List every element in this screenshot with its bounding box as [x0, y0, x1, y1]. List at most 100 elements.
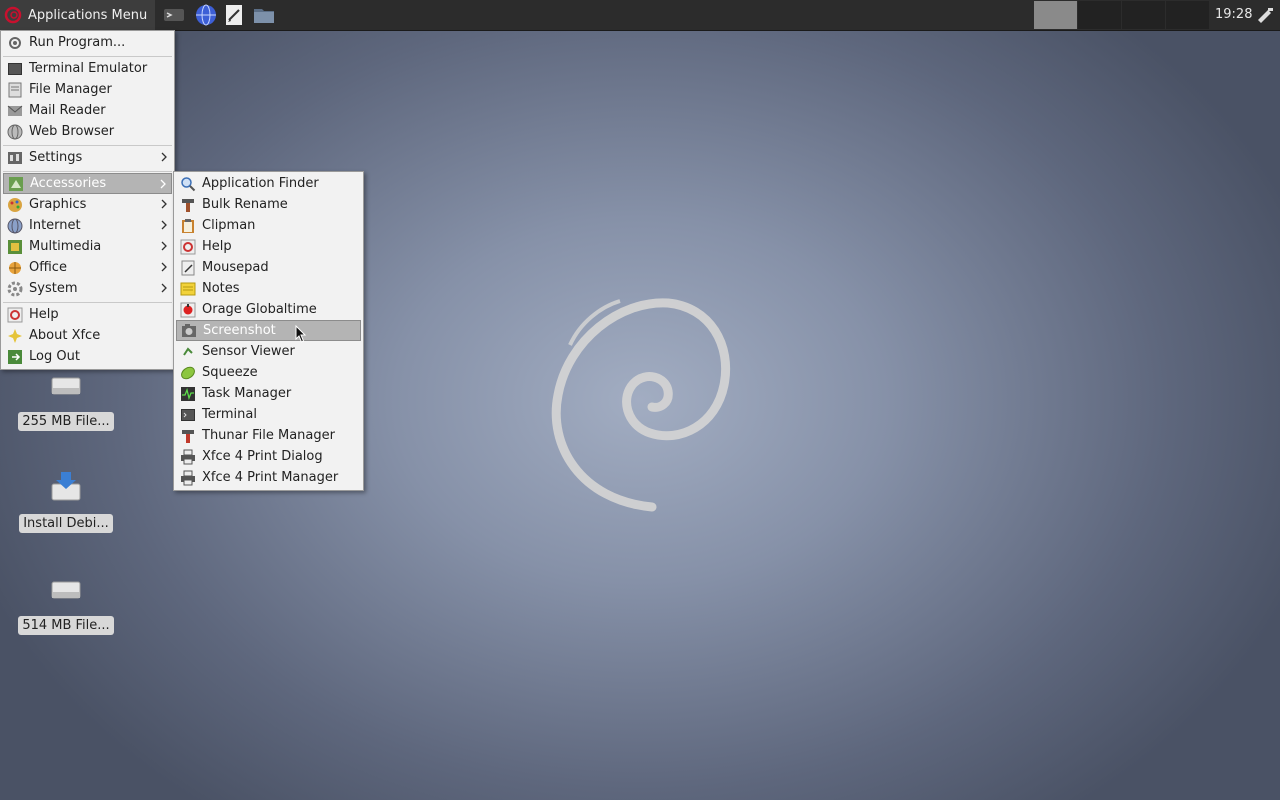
system-icon	[7, 281, 23, 296]
menu-item-system[interactable]: System	[3, 278, 172, 299]
submenu-item-label: Task Manager	[202, 386, 292, 401]
menu-separator	[3, 56, 172, 57]
menu-item-web-browser[interactable]: Web Browser	[3, 121, 172, 142]
drive-icon	[51, 377, 81, 395]
archive-icon	[181, 366, 195, 379]
desktop-icon-255mb[interactable]: 255 MB File...	[18, 368, 114, 431]
submenu-item-xfce-print-manager[interactable]: Xfce 4 Print Manager	[176, 467, 361, 488]
run-icon	[9, 36, 21, 49]
workspace-2[interactable]	[1078, 1, 1122, 29]
desktop-icon-install-debian[interactable]: Install Debi...	[18, 470, 114, 533]
submenu-item-notes[interactable]: Notes	[176, 278, 361, 299]
chevron-right-icon	[161, 199, 167, 209]
menu-item-office[interactable]: Office	[3, 257, 172, 278]
applications-menu: Run Program... Terminal Emulator File Ma…	[0, 30, 175, 370]
file-manager-icon	[8, 82, 22, 97]
submenu-item-mousepad[interactable]: Mousepad	[176, 257, 361, 278]
web-browser-launcher-icon[interactable]	[194, 3, 218, 27]
submenu-item-squeeze[interactable]: Squeeze	[176, 362, 361, 383]
search-icon	[181, 176, 196, 191]
menu-item-label: Office	[29, 260, 67, 275]
submenu-item-xfce-print-dialog[interactable]: Xfce 4 Print Dialog	[176, 446, 361, 467]
submenu-item-label: Application Finder	[202, 176, 319, 191]
drive-icon	[51, 581, 81, 599]
text-editor-launcher-icon[interactable]	[222, 3, 246, 27]
submenu-item-label: Xfce 4 Print Manager	[202, 470, 339, 485]
terminal-icon	[8, 62, 22, 75]
menu-item-label: Log Out	[29, 349, 80, 364]
menu-item-multimedia[interactable]: Multimedia	[3, 236, 172, 257]
menu-item-label: Mail Reader	[29, 103, 106, 118]
desktop-icon-label: 255 MB File...	[18, 412, 114, 431]
applications-menu-button[interactable]: Applications Menu	[0, 0, 155, 30]
terminal-launcher-icon[interactable]	[162, 3, 186, 27]
submenu-item-sensor-viewer[interactable]: Sensor Viewer	[176, 341, 361, 362]
file-manager-icon	[182, 429, 194, 443]
submenu-item-label: Thunar File Manager	[202, 428, 335, 443]
submenu-item-help[interactable]: Help	[176, 236, 361, 257]
sensor-icon	[183, 346, 193, 356]
chevron-right-icon	[161, 220, 167, 230]
clock-icon	[180, 302, 196, 317]
submenu-item-thunar-file-manager[interactable]: Thunar File Manager	[176, 425, 361, 446]
menu-item-label: Multimedia	[29, 239, 102, 254]
menu-item-graphics[interactable]: Graphics	[3, 194, 172, 215]
help-icon	[7, 307, 23, 322]
submenu-item-label: Terminal	[202, 407, 257, 422]
mouse-pointer-icon	[295, 325, 307, 343]
submenu-item-label: Help	[202, 239, 232, 254]
submenu-item-bulk-rename[interactable]: Bulk Rename	[176, 194, 361, 215]
menu-separator	[3, 302, 172, 303]
bulk-rename-icon	[182, 198, 194, 212]
graphics-icon	[8, 197, 22, 212]
internet-icon	[7, 218, 23, 233]
debian-logo-icon	[4, 6, 22, 24]
chevron-right-icon	[160, 179, 166, 189]
multimedia-icon	[8, 239, 22, 254]
workspace-3[interactable]	[1122, 1, 1166, 29]
submenu-item-clipman[interactable]: Clipman	[176, 215, 361, 236]
clock[interactable]: 19:28	[1215, 0, 1252, 30]
submenu-item-label: Xfce 4 Print Dialog	[202, 449, 323, 464]
submenu-item-label: Bulk Rename	[202, 197, 288, 212]
menu-item-label: Internet	[29, 218, 81, 233]
submenu-item-screenshot[interactable]: Screenshot	[176, 320, 361, 341]
menu-item-internet[interactable]: Internet	[3, 215, 172, 236]
menu-item-label: Settings	[29, 150, 83, 165]
submenu-item-label: Notes	[202, 281, 240, 296]
menu-item-label: Accessories	[30, 176, 107, 191]
menu-item-mail-reader[interactable]: Mail Reader	[3, 100, 172, 121]
menu-item-terminal-emulator[interactable]: Terminal Emulator	[3, 58, 172, 79]
submenu-item-label: Screenshot	[203, 323, 276, 338]
desktop-icon-label: 514 MB File...	[18, 616, 114, 635]
menu-item-label: File Manager	[29, 82, 112, 97]
submenu-item-task-manager[interactable]: Task Manager	[176, 383, 361, 404]
submenu-item-application-finder[interactable]: Application Finder	[176, 173, 361, 194]
mail-icon	[7, 105, 23, 116]
submenu-item-label: Sensor Viewer	[202, 344, 295, 359]
menu-item-settings[interactable]: Settings	[3, 147, 172, 168]
menu-item-accessories[interactable]: Accessories	[3, 173, 172, 194]
applications-menu-label: Applications Menu	[28, 7, 148, 23]
network-icon[interactable]	[1256, 6, 1274, 24]
submenu-item-orage-globaltime[interactable]: Orage Globaltime	[176, 299, 361, 320]
top-panel: Applications Menu 19:28	[0, 0, 1280, 31]
menu-item-label: Graphics	[29, 197, 87, 212]
submenu-item-terminal[interactable]: Terminal	[176, 404, 361, 425]
printer-icon	[181, 470, 195, 485]
logout-icon	[8, 349, 22, 364]
menu-item-log-out[interactable]: Log Out	[3, 346, 172, 367]
menu-item-about-xfce[interactable]: About Xfce	[3, 325, 172, 346]
notes-icon	[180, 282, 196, 295]
folder-launcher-icon[interactable]	[252, 3, 276, 27]
menu-item-label: Web Browser	[29, 124, 115, 139]
workspace-4[interactable]	[1166, 1, 1210, 29]
accessories-submenu: Application Finder Bulk Rename Clipman H…	[173, 171, 364, 491]
desktop-icon-514mb[interactable]: 514 MB File...	[18, 572, 114, 635]
menu-item-help[interactable]: Help	[3, 304, 172, 325]
submenu-item-label: Mousepad	[202, 260, 269, 275]
chevron-right-icon	[161, 241, 167, 251]
menu-item-file-manager[interactable]: File Manager	[3, 79, 172, 100]
menu-item-run-program[interactable]: Run Program...	[3, 32, 172, 53]
workspace-1[interactable]	[1034, 1, 1078, 29]
